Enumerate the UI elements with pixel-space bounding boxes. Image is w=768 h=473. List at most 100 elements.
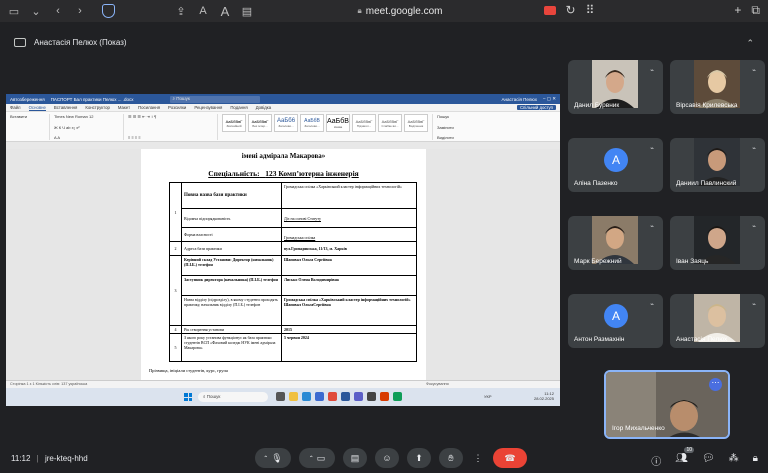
info-icon[interactable]: ⓘ (651, 453, 661, 468)
windows-start-icon[interactable] (184, 393, 192, 401)
tab-layout[interactable]: Макет (118, 105, 130, 110)
present-icon: ⬆︎ (415, 452, 423, 463)
size-select[interactable]: 12 (89, 114, 93, 119)
status-text: Сторінка 1 з 1 Кількість слів: 137 украї… (10, 382, 88, 386)
task-view-icon[interactable] (276, 392, 285, 401)
window-controls[interactable]: – ▢ ✕ (543, 96, 556, 102)
find-button[interactable]: Пошук (437, 114, 468, 119)
app-icon[interactable] (315, 392, 324, 401)
emoji-icon: ☺ (382, 453, 392, 463)
autosave-label[interactable]: Автозбереження (10, 97, 45, 102)
participant-tile[interactable]: A ⌁ Аліна Пазенко (568, 138, 663, 192)
styles-gallery: АаБбВвГ Звичайний АаБбВвГ Без інтер... АаБ… (222, 114, 428, 139)
app-icon[interactable] (367, 392, 376, 401)
style-no-spacing[interactable]: АаБбВвГ Без інтер... (248, 114, 272, 132)
activities-icon[interactable]: ⁂ (729, 453, 739, 468)
self-tile[interactable]: ⋯ Ігор Михальченко (604, 370, 730, 439)
tab-review[interactable]: Рецензування (194, 105, 222, 110)
tab-references[interactable]: Посилання (138, 105, 160, 110)
tabs-icon[interactable]: ⧉ (751, 3, 760, 18)
text-size-large-icon[interactable]: A (217, 3, 233, 19)
collapse-icon[interactable]: ⌃ (746, 38, 754, 49)
recording-icon[interactable] (543, 6, 556, 15)
select-button[interactable]: Виділити (437, 135, 468, 140)
document-canvas: імені адмірала Макарова» Спеціальність: … (6, 149, 560, 388)
taskbar-apps (276, 392, 402, 401)
font-select[interactable]: Times New Roman (54, 114, 88, 119)
participant-tile[interactable]: ⌁ Іван Заяць (670, 216, 765, 270)
app-icon[interactable] (328, 392, 337, 401)
taskbar-search[interactable]: ⌕ Пошук (198, 392, 268, 402)
participant-tile[interactable]: ⌁ Марк Бережний (568, 216, 663, 270)
lock-icon[interactable]: 🔒︎ (753, 453, 758, 468)
forward-icon[interactable]: › (72, 3, 88, 19)
participant-tile[interactable]: ⌁ Анастасія Пелюх (670, 294, 765, 348)
grid-icon[interactable]: ⠿ (586, 3, 595, 18)
tab-file[interactable]: Файл (10, 105, 21, 110)
teams-icon[interactable] (354, 392, 363, 401)
chrome-icon[interactable] (393, 392, 402, 401)
document-page[interactable]: імені адмірала Макарова» Спеціальність: … (141, 149, 426, 388)
participant-tile[interactable]: ⌁ Даниил Павлинский (670, 138, 765, 192)
share-button[interactable]: Спільний доступ (516, 105, 556, 110)
tab-insert[interactable]: Вставлення (54, 105, 77, 110)
row-label: Назва відділу (підрозділу), в якому студ… (181, 295, 282, 326)
sidebar-icon[interactable]: ▭ (6, 3, 22, 19)
style-subtitle[interactable]: АаБбВвГ Підзагол... (352, 114, 376, 132)
tab-mailings[interactable]: Розсилки (168, 105, 186, 110)
emoji-button[interactable]: ☺ (375, 448, 399, 468)
address-bar[interactable]: 🔒︎ meet.google.com (250, 3, 550, 19)
camera-button[interactable]: ⌃ ▭ (299, 448, 335, 468)
back-icon[interactable]: ‹ (50, 3, 66, 19)
style-heading2[interactable]: АаБбВ Заголово... (300, 114, 324, 132)
style-emphasis[interactable]: АаБбВвГ Виділення (404, 114, 428, 132)
raise-hand-button[interactable]: ✋︎ (439, 448, 463, 468)
taskbar-clock[interactable]: 11:12 28.02.2025 (534, 391, 554, 401)
word-search-box[interactable]: ⌕ Пошук (169, 95, 260, 103)
new-tab-icon[interactable]: + (734, 3, 741, 18)
tab-design[interactable]: Конструктор (85, 105, 110, 110)
share-icon[interactable]: ⇪ (173, 3, 189, 19)
tab-home[interactable]: Основне (28, 105, 46, 111)
url-text: meet.google.com (365, 5, 443, 17)
table-row: 4 Рік створення установи 2015 (169, 325, 417, 334)
replace-button[interactable]: Замінити (437, 125, 468, 130)
align-buttons[interactable]: ≡ ≡ ≡ ≡ (128, 135, 213, 140)
language-indicator[interactable]: УКР (484, 394, 492, 399)
word-user: Анастасія Пелюх (501, 96, 537, 102)
mic-button[interactable]: ⌃ 🎙︎ (255, 448, 291, 468)
explorer-icon[interactable] (289, 392, 298, 401)
style-heading1[interactable]: АаБб6 Заголово... (274, 114, 298, 132)
chat-icon[interactable]: 💬︎ (702, 453, 715, 468)
row-value: Лисько Олена Володимирівна (281, 275, 417, 296)
style-title[interactable]: АаБбВ Назва (326, 114, 350, 132)
font-color-icon[interactable]: A A (54, 135, 119, 140)
row-value: Шаповал Ольга Сергіївна (281, 255, 417, 276)
people-icon[interactable]: 👥︎ (675, 453, 688, 468)
more-button[interactable]: ⋮ (471, 448, 485, 468)
list-buttons[interactable]: ☰ ☰ ☰ ⇤ ⇥ ↕ ¶ (128, 114, 213, 119)
participant-tile[interactable]: ⌁ Данил Бурвник (568, 60, 663, 114)
participant-name: Даниил Павлинский (676, 180, 737, 187)
format-buttons[interactable]: Ж К Ч ab x₂ x² (54, 125, 119, 130)
tab-view[interactable]: Подання (230, 105, 247, 110)
edge-icon[interactable] (302, 392, 311, 401)
row-label: Відомча підпорядкованість (181, 208, 282, 228)
tab-help[interactable]: Довідка (256, 105, 271, 110)
style-normal[interactable]: АаБбВвГ Звичайний (222, 114, 246, 132)
captions-button[interactable]: ▤ (343, 448, 367, 468)
participant-tile[interactable]: ⌁ Вірсавія Крилевська (670, 60, 765, 114)
present-button[interactable]: ⬆︎ (407, 448, 431, 468)
chevron-down-icon[interactable]: ⌄ (28, 3, 44, 19)
style-subtle[interactable]: АаБбВвГ Слабке ви... (378, 114, 402, 132)
reload-icon[interactable]: ↻ (566, 3, 576, 18)
app-icon[interactable] (380, 392, 389, 401)
more-options-icon[interactable]: ⋯ (709, 378, 722, 391)
focus-button[interactable]: Фокусування (426, 382, 449, 386)
shield-icon[interactable] (102, 4, 115, 18)
end-call-button[interactable]: ☎︎ (493, 448, 527, 468)
text-size-small-icon[interactable]: A (195, 3, 211, 19)
participant-tile[interactable]: A ⌁ Антон Размахнін (568, 294, 663, 348)
paste-button[interactable]: Вставити (10, 114, 45, 119)
word-app-icon[interactable] (341, 392, 350, 401)
